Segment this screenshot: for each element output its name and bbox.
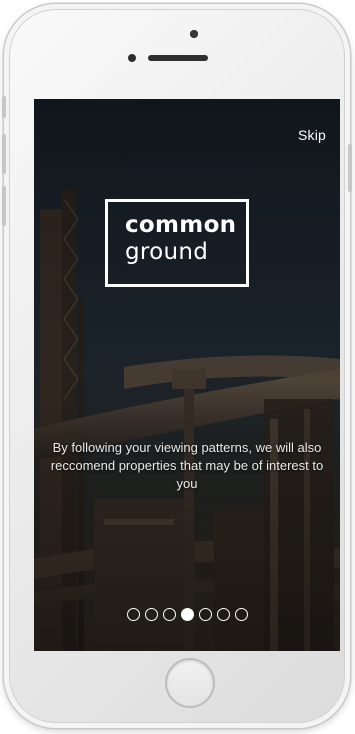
device-mockup: Skip common ground By following your vie… <box>0 0 355 734</box>
app-logo: common ground <box>105 199 249 287</box>
front-camera-icon <box>190 30 198 38</box>
page-dot-2[interactable] <box>144 608 158 621</box>
page-dot-1[interactable] <box>126 608 140 621</box>
onboarding-caption: By following your viewing patterns, we w… <box>50 440 324 491</box>
volume-down-button <box>2 186 6 226</box>
page-dot-4-active[interactable] <box>180 608 194 621</box>
pagination-dots <box>34 608 340 624</box>
industrial-background-image <box>34 99 340 651</box>
earpiece-speaker <box>148 55 208 61</box>
page-dot-3[interactable] <box>162 608 176 621</box>
logo-text-ground: ground <box>125 239 209 265</box>
onboarding-screen: Skip common ground By following your vie… <box>34 99 340 651</box>
page-dot-5[interactable] <box>198 608 212 621</box>
power-button <box>348 144 352 192</box>
mute-switch <box>2 96 6 118</box>
page-dot-7[interactable] <box>234 608 248 621</box>
proximity-sensor-icon <box>128 54 136 62</box>
volume-up-button <box>2 134 6 174</box>
logo-text-common: common <box>125 212 237 238</box>
home-button[interactable] <box>165 658 215 708</box>
phone-frame: Skip common ground By following your vie… <box>2 4 352 728</box>
skip-button[interactable]: Skip <box>298 127 326 143</box>
page-dot-6[interactable] <box>216 608 230 621</box>
